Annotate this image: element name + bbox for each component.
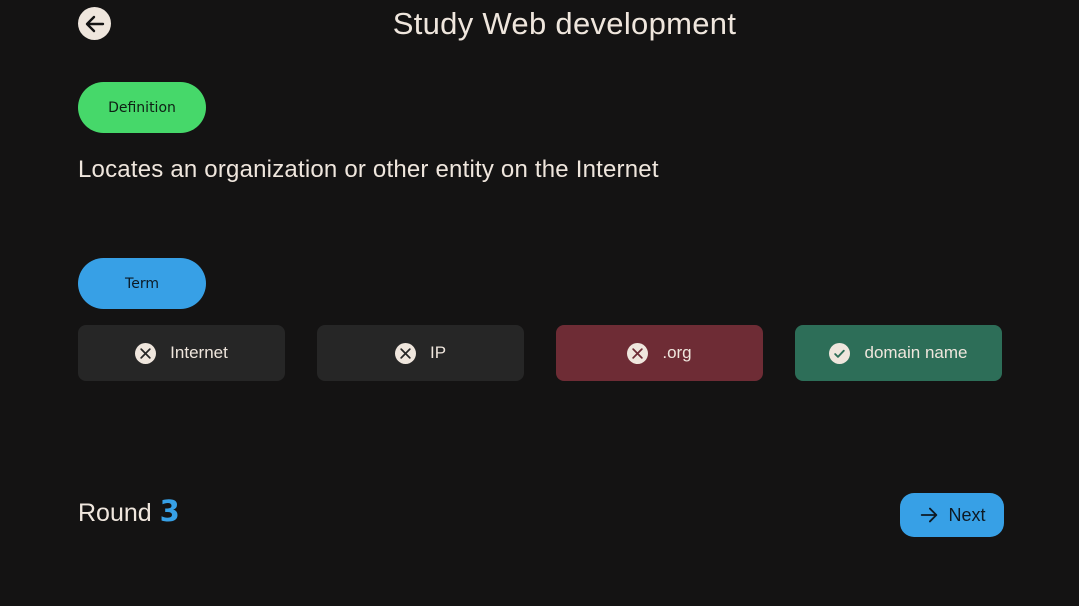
option-label: IP (429, 343, 447, 362)
option-ip[interactable]: IP (317, 325, 524, 381)
definition-text: Locates an organization or other entity … (78, 156, 659, 183)
next-button[interactable]: Next (900, 493, 1004, 537)
next-label: Next (948, 504, 986, 525)
answer-options: Internet IP .org domain name (78, 325, 1002, 381)
option-label: domain name (864, 343, 968, 362)
arrow-right-icon (918, 504, 940, 526)
option-internet[interactable]: Internet (78, 325, 285, 381)
option-domain-name[interactable]: domain name (795, 325, 1002, 381)
term-pill: Term (78, 258, 206, 309)
study-page: Study Web development Definition Locates… (0, 0, 1079, 606)
round-indicator: Round 3 (78, 494, 180, 528)
definition-pill: Definition (78, 82, 206, 133)
close-circle-icon (135, 342, 157, 364)
round-number: 3 (159, 494, 180, 528)
close-circle-icon (627, 342, 649, 364)
option-label: .org (662, 343, 692, 362)
option-org[interactable]: .org (556, 325, 763, 381)
check-circle-icon (829, 342, 851, 364)
option-label: Internet (170, 343, 228, 362)
round-label: Round (78, 499, 152, 527)
page-title: Study Web development (392, 6, 737, 41)
close-circle-icon (394, 342, 416, 364)
